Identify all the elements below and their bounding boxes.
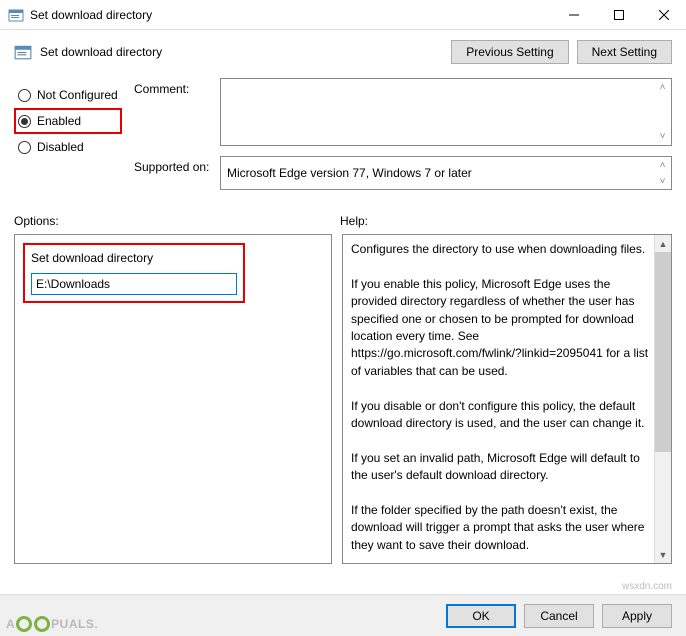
scroll-down-icon[interactable]: ˅ [654, 173, 671, 189]
scroll-down-icon[interactable]: ▼ [655, 546, 671, 563]
state-radios: Not Configured Enabled Disabled [14, 78, 122, 200]
supported-row: Supported on: Microsoft Edge version 77,… [134, 156, 672, 190]
policy-icon [14, 43, 32, 61]
app-icon [8, 7, 24, 23]
scrollbar-track[interactable] [655, 452, 671, 546]
config-area: Not Configured Enabled Disabled Comment:… [0, 70, 686, 200]
comment-row: Comment: ˄ ˅ [134, 78, 672, 146]
radio-disabled[interactable]: Disabled [14, 134, 122, 160]
radio-icon [18, 115, 31, 128]
fields: Comment: ˄ ˅ Supported on: Microsoft Edg… [134, 78, 672, 200]
page-title: Set download directory [40, 45, 451, 59]
nav-buttons: Previous Setting Next Setting [451, 40, 672, 64]
next-setting-button[interactable]: Next Setting [577, 40, 672, 64]
header: Set download directory Previous Setting … [0, 30, 686, 70]
scrollbar-thumb[interactable] [655, 252, 671, 452]
supported-on-text: Microsoft Edge version 77, Windows 7 or … [220, 156, 672, 190]
scroll-down-icon[interactable]: ˅ [654, 128, 671, 145]
brand-circle-icon [16, 616, 32, 632]
radio-icon [18, 141, 31, 154]
watermark-brand: A PUALS. [6, 616, 98, 632]
titlebar: Set download directory [0, 0, 686, 30]
scroll-up-icon[interactable]: ˄ [654, 79, 671, 96]
radio-label: Not Configured [37, 88, 118, 102]
previous-setting-button[interactable]: Previous Setting [451, 40, 568, 64]
comment-label: Comment: [134, 78, 220, 146]
scroll-up-icon[interactable]: ˄ [654, 157, 671, 173]
options-group: Set download directory E:\Downloads [23, 243, 245, 303]
help-panel: Configures the directory to use when dow… [342, 234, 672, 564]
supported-scroll: ˄ ˅ [654, 157, 671, 189]
download-dir-label: Set download directory [31, 251, 237, 265]
options-section-label: Options: [14, 214, 340, 228]
window-buttons [551, 0, 686, 29]
download-dir-input[interactable]: E:\Downloads [31, 273, 237, 295]
radio-icon [18, 89, 31, 102]
help-scrollbar[interactable]: ▲ ▼ [654, 235, 671, 563]
panels: Set download directory E:\Downloads Conf… [0, 234, 686, 564]
comment-textarea[interactable] [220, 78, 672, 146]
section-labels: Options: Help: [0, 200, 686, 234]
radio-not-configured[interactable]: Not Configured [14, 82, 122, 108]
brand-text-right: PUALS. [51, 617, 98, 631]
comment-scroll: ˄ ˅ [654, 79, 671, 145]
options-panel: Set download directory E:\Downloads [14, 234, 332, 564]
maximize-button[interactable] [596, 0, 641, 29]
radio-label: Enabled [37, 114, 81, 128]
window-title: Set download directory [30, 8, 551, 22]
supported-label: Supported on: [134, 156, 220, 190]
cancel-button[interactable]: Cancel [524, 604, 594, 628]
help-text: Configures the directory to use when dow… [343, 235, 654, 563]
apply-button[interactable]: Apply [602, 604, 672, 628]
radio-label: Disabled [37, 140, 84, 154]
help-section-label: Help: [340, 214, 368, 228]
brand-circle-icon [34, 616, 50, 632]
watermark-site: wsxdn.com [622, 581, 672, 592]
radio-enabled[interactable]: Enabled [14, 108, 122, 134]
brand-text-left: A [6, 617, 15, 631]
footer: OK Cancel Apply [0, 594, 686, 636]
close-button[interactable] [641, 0, 686, 29]
minimize-button[interactable] [551, 0, 596, 29]
scroll-up-icon[interactable]: ▲ [655, 235, 671, 252]
ok-button[interactable]: OK [446, 604, 516, 628]
